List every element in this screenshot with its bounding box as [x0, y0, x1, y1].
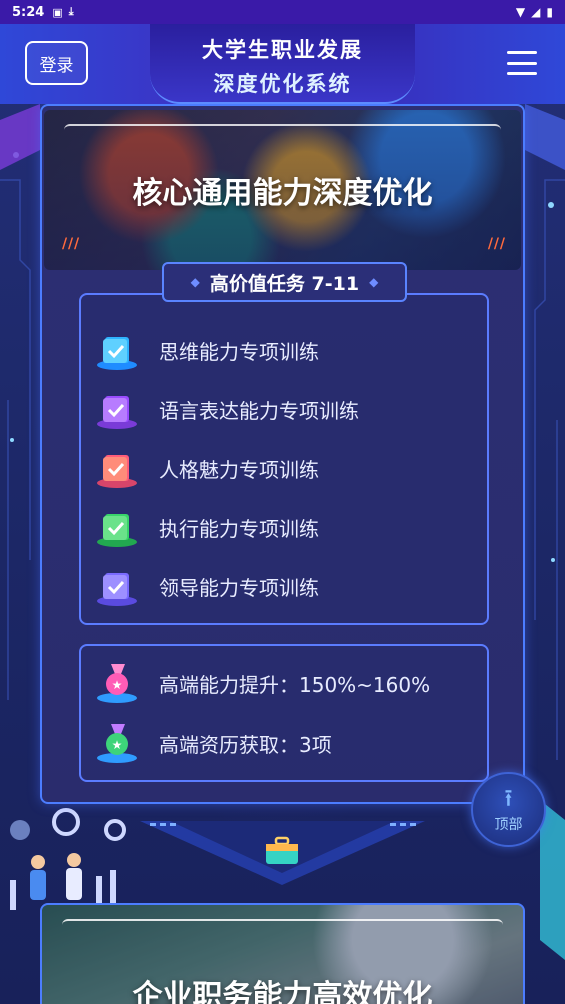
banner-title: 核心通用能力深度优化 [132, 176, 433, 211]
checkbook-icon [97, 514, 137, 547]
arrow-up-icon: ⭱ [504, 783, 513, 812]
checkbook-icon [97, 396, 137, 429]
people-illustration [10, 808, 126, 910]
stat-item: ★ 高端资历获取：3项 [95, 718, 332, 768]
medal-icon: ★ [97, 664, 137, 703]
header-title-line1: 大学生职业发展 [202, 37, 363, 62]
app-header: 登录 大学生职业发展 深度优化系统 [0, 24, 565, 104]
download-icon: ⤓ [68, 5, 74, 18]
notification-a-icon: ▣ [52, 5, 63, 19]
status-bar: 5:24 ▣ ⤓ ▼ ◢ ▮ [0, 0, 565, 24]
core-ability-card: 核心通用能力深度优化 / / / / / / ◆ 高价值任务 7-11 ◆ 思维… [40, 104, 525, 804]
task-label: 思维能力专项训练 [159, 339, 319, 364]
core-ability-banner: 核心通用能力深度优化 / / / / / / [44, 110, 521, 270]
medal-icon: ★ [97, 724, 137, 763]
stripe-decoration-right: / / / [487, 236, 505, 252]
diamond-icon: ◆ [190, 275, 200, 289]
signal-icon: ◢ [531, 5, 541, 19]
task-label: 领导能力专项训练 [159, 575, 319, 600]
stats-list: ★ 高端能力提升：150%~160% ★ 高端资历获取：3项 [79, 644, 489, 782]
task-range-label: ◆ 高价值任务 7-11 ◆ [162, 262, 407, 302]
diamond-icon: ◆ [369, 275, 379, 289]
task-range-text: 高价值任务 7-11 [209, 272, 360, 295]
stat-item: ★ 高端能力提升：150%~160% [95, 658, 430, 708]
task-label: 人格魅力专项训练 [159, 457, 319, 482]
svg-text:★: ★ [112, 738, 123, 752]
list-item[interactable]: 思维能力专项训练 [95, 325, 319, 375]
list-item[interactable]: 语言表达能力专项训练 [95, 384, 359, 434]
task-label: 语言表达能力专项训练 [159, 398, 359, 423]
status-time: 5:24 [12, 4, 45, 20]
wifi-icon: ▼ [515, 5, 526, 19]
header-title-line2: 深度优化系统 [213, 71, 352, 96]
login-button[interactable]: 登录 [25, 41, 88, 85]
task-list: 思维能力专项训练 语言表达能力专项训练 人格魅力专项训练 执行能力专项训练 领导… [79, 293, 489, 625]
checkbook-icon [97, 337, 137, 370]
header-title-block: 大学生职业发展 深度优化系统 [150, 24, 415, 104]
list-item[interactable]: 执行能力专项训练 [95, 502, 319, 552]
stripe-decoration-left: / / / [62, 236, 79, 252]
hamburger-menu-icon[interactable] [507, 51, 537, 75]
enterprise-ability-card: 企业职务能力高效优化 [40, 903, 525, 1004]
task-label: 执行能力专项训练 [159, 516, 319, 541]
stat-label: 高端资历获取：3项 [159, 732, 332, 757]
checkbook-icon [97, 455, 137, 488]
banner-title: 企业职务能力高效优化 [132, 979, 433, 1004]
briefcase-icon [266, 836, 298, 864]
stat-label: 高端能力提升：150%~160% [159, 672, 431, 697]
svg-text:★: ★ [112, 678, 123, 692]
back-to-top-label: 顶部 [494, 816, 523, 833]
battery-icon: ▮ [546, 5, 553, 19]
checkbook-icon [97, 573, 137, 606]
back-to-top-button[interactable]: ⭱ 顶部 [471, 772, 546, 847]
list-item[interactable]: 领导能力专项训练 [95, 561, 319, 611]
list-item[interactable]: 人格魅力专项训练 [95, 443, 319, 493]
